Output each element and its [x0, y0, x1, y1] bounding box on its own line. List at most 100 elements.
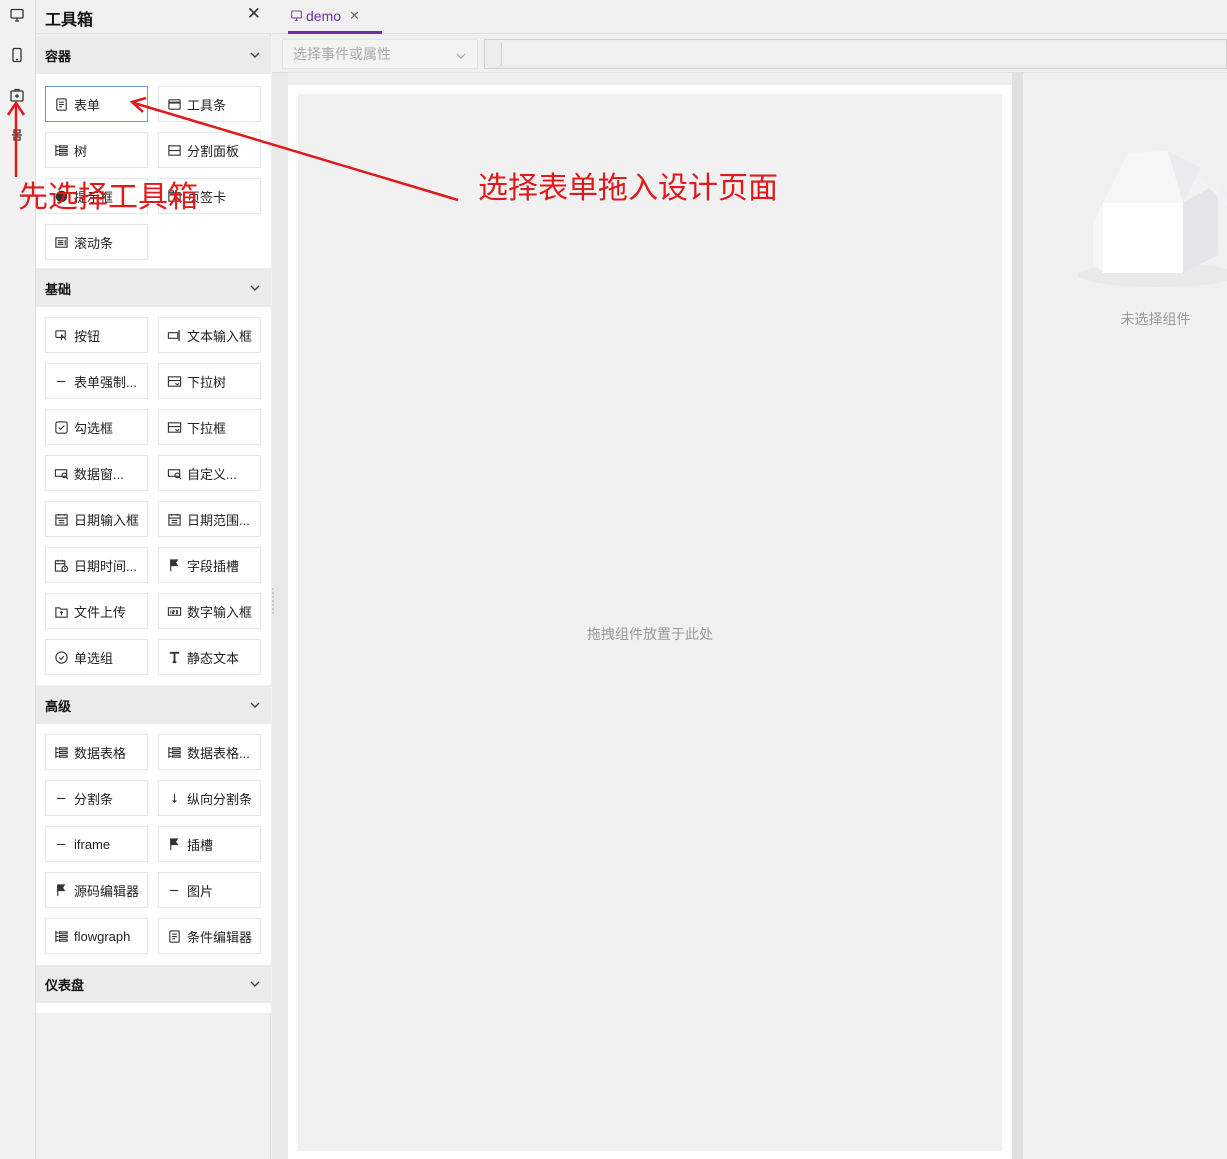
- drop-hint: 拖拽组件放置于此处: [587, 626, 713, 642]
- form-icon: [52, 96, 70, 112]
- toolbox-item-code-editor[interactable]: 源码编辑器: [45, 872, 148, 908]
- toolbox-item-button[interactable]: 按钮: [45, 317, 148, 353]
- toolbox-item-dropdown-tree[interactable]: 下拉树: [158, 363, 261, 399]
- tree-icon: [52, 744, 70, 760]
- dash-icon: [52, 790, 70, 806]
- arrow-down-icon: [165, 790, 183, 806]
- toolbox-item-scrollbar[interactable]: 滚动条: [45, 224, 148, 260]
- toolbox-item-form-force[interactable]: 表单强制...: [45, 363, 148, 399]
- toolbox-item-datetime[interactable]: 日期时间...: [45, 547, 148, 583]
- select-placeholder: 选择事件或属性: [293, 46, 391, 62]
- properties-panel: 未选择组件: [1022, 73, 1227, 1159]
- annotation-select-toolbox: 先选择工具箱: [18, 180, 198, 215]
- component-tree-icon[interactable]: [6, 124, 28, 146]
- button-icon: [52, 327, 70, 343]
- dash-icon: [165, 882, 183, 898]
- toolbox-item-custom[interactable]: 自定义...: [158, 455, 261, 491]
- chevron-down-icon: [249, 699, 261, 711]
- toolbox-item-flowgraph[interactable]: flowgraph: [45, 918, 148, 954]
- toolbox-item-divider[interactable]: 分割条: [45, 780, 148, 816]
- section-header-container[interactable]: 容器: [36, 36, 271, 74]
- panel-resize-handle[interactable]: [271, 588, 275, 618]
- expression-input[interactable]: [484, 39, 1227, 69]
- toolbox-item-image[interactable]: 图片: [158, 872, 261, 908]
- toolbox-item-field-slot[interactable]: 字段插槽: [158, 547, 261, 583]
- section-title: 容器: [45, 48, 72, 64]
- toolbox-icon[interactable]: [6, 84, 28, 106]
- checkbox-icon: [52, 419, 70, 435]
- section-body-advanced: 数据表格 数据表格... 分割条 纵向分割条 iframe 插槽 源码编辑器 图…: [36, 724, 271, 965]
- toolbox-item-data-window[interactable]: 数据窗...: [45, 455, 148, 491]
- toolbox-header: 工具箱 ✕: [36, 0, 271, 34]
- scrollbar-icon: [52, 234, 70, 250]
- editor-tab-bar: demo ✕: [272, 0, 1227, 34]
- toolbox-item-dropdown[interactable]: 下拉框: [158, 409, 261, 445]
- empty-state-label: 未选择组件: [1120, 311, 1191, 327]
- dash-icon: [52, 836, 70, 852]
- toolbox-item-text-input[interactable]: 文本输入框: [158, 317, 261, 353]
- toolbox-item-iframe[interactable]: iframe: [45, 826, 148, 862]
- section-title: 基础: [45, 281, 72, 297]
- desktop-icon: [291, 10, 302, 21]
- toolbox-item-slot[interactable]: 插槽: [158, 826, 261, 862]
- toolbox-item-split-panel[interactable]: 分割面板: [158, 132, 261, 168]
- tree-icon: [165, 744, 183, 760]
- toolbox-item-date-input[interactable]: 日期输入框: [45, 501, 148, 537]
- dropdown-icon: [165, 419, 183, 435]
- toolbox-item-form[interactable]: 表单: [45, 86, 148, 122]
- toolbox-item-number-input[interactable]: 数字输入框: [158, 593, 261, 629]
- radio-icon: [52, 649, 70, 665]
- section-header-advanced[interactable]: 高级: [36, 686, 271, 724]
- canvas-gutter-right: [1012, 73, 1022, 1159]
- close-icon[interactable]: ✕: [349, 8, 360, 24]
- toolbox-item-data-table[interactable]: 数据表格: [45, 734, 148, 770]
- desktop-icon[interactable]: [6, 4, 28, 26]
- toolbox-title: 工具箱: [45, 12, 94, 29]
- section-container: 容器 表单 工具条 树 分割面板 提示框 页签卡 滚动条: [36, 36, 271, 268]
- drop-zone[interactable]: 拖拽组件放置于此处: [298, 94, 1002, 1151]
- section-header-basic[interactable]: 基础: [36, 269, 271, 307]
- text-input-icon: [165, 327, 183, 343]
- mobile-icon[interactable]: [6, 44, 28, 66]
- toolbox-item-condition-editor[interactable]: 条件编辑器: [158, 918, 261, 954]
- tab-demo[interactable]: demo ✕: [288, 0, 382, 34]
- tree-icon: [52, 142, 70, 158]
- section-basic: 基础 按钮 文本输入框 表单强制... 下拉树 勾选框 下拉框 数据窗... 自…: [36, 269, 271, 685]
- toolbox-item-checkbox[interactable]: 勾选框: [45, 409, 148, 445]
- chevron-down-icon: [455, 49, 467, 61]
- section-body-dashboard: [36, 1003, 271, 1013]
- close-icon[interactable]: ✕: [247, 5, 261, 23]
- toolbox-item-radio-group[interactable]: 单选组: [45, 639, 148, 675]
- toolbox-item-file-upload[interactable]: 文件上传: [45, 593, 148, 629]
- design-canvas[interactable]: 拖拽组件放置于此处: [288, 85, 1012, 1159]
- calendar-icon: [52, 511, 70, 527]
- split-panel-icon: [165, 142, 183, 158]
- section-body-container: 表单 工具条 树 分割面板 提示框 页签卡 滚动条: [36, 74, 271, 268]
- toolbox-item-toolbar[interactable]: 工具条: [158, 86, 261, 122]
- flag-icon: [52, 882, 70, 898]
- toolbox-item-static-text[interactable]: 静态文本: [158, 639, 261, 675]
- calendar-icon: [165, 511, 183, 527]
- event-property-select[interactable]: 选择事件或属性: [282, 39, 478, 69]
- flag-icon: [165, 557, 183, 573]
- calendar-clock-icon: [52, 557, 70, 573]
- tab-label: demo: [306, 7, 342, 24]
- search-window-icon: [52, 465, 70, 481]
- app-root: 工具箱 ✕ 容器 表单 工具条 树 分割面板 提示框 页签卡 滚动条 基础 按钮…: [0, 0, 1227, 1159]
- section-body-basic: 按钮 文本输入框 表单强制... 下拉树 勾选框 下拉框 数据窗... 自定义.…: [36, 307, 271, 685]
- toolbox-item-date-range[interactable]: 日期范围...: [158, 501, 261, 537]
- section-title: 高级: [45, 698, 72, 714]
- toolbox-item-vertical-divider[interactable]: 纵向分割条: [158, 780, 261, 816]
- search-window-icon: [165, 465, 183, 481]
- flag-icon: [165, 836, 183, 852]
- number-input-icon: [165, 603, 183, 619]
- text-icon: [165, 649, 183, 665]
- section-header-dashboard[interactable]: 仪表盘: [36, 965, 271, 1003]
- section-title: 仪表盘: [45, 977, 85, 993]
- form-icon: [165, 928, 183, 944]
- toolbox-item-tree[interactable]: 树: [45, 132, 148, 168]
- toolbar-icon: [165, 96, 183, 112]
- toolbox-item-data-table-2[interactable]: 数据表格...: [158, 734, 261, 770]
- dropdown-icon: [165, 373, 183, 389]
- event-toolbar: 选择事件或属性: [272, 35, 1227, 73]
